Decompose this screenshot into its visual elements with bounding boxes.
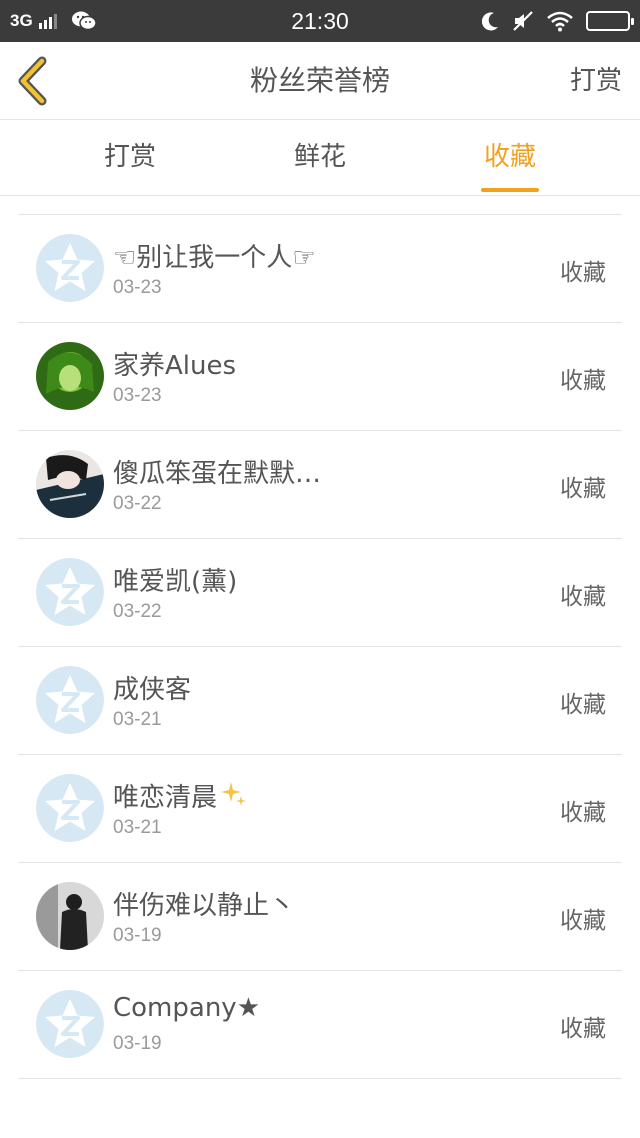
user-name: 伴伤难以静止丶 [113, 891, 296, 921]
avatar[interactable] [36, 450, 104, 518]
list-content: 相无常03-23收藏☜别让我一个人☞03-23收藏家养Alues03-23收藏傻… [0, 196, 640, 1079]
item-date: 03-21 [113, 817, 162, 838]
item-date: 03-19 [113, 1033, 162, 1054]
reward-button[interactable]: 打赏 [570, 42, 622, 120]
tab-reward[interactable]: 打赏 [70, 121, 190, 196]
list-item[interactable]: 唯爱凯(薰) 03-22 收藏 [18, 539, 622, 647]
user-name: 成侠客 [113, 675, 192, 705]
user-name: 唯恋清晨 [113, 777, 249, 817]
action-type-label: 收藏 [560, 908, 606, 934]
tab-label: 收藏 [483, 142, 536, 172]
favorites-list[interactable]: 相无常03-23收藏☜别让我一个人☞03-23收藏家养Alues03-23收藏傻… [0, 196, 640, 1138]
action-type-label: 收藏 [560, 584, 606, 610]
sparkle-icon [219, 780, 249, 817]
list-item[interactable]: Company★ 03-19 收藏 [18, 971, 622, 1079]
user-name: 傻瓜笨蛋在默默… [113, 459, 322, 489]
tab-bar: 打赏 鲜花 收藏 [0, 121, 640, 196]
item-date: 03-21 [113, 709, 162, 730]
action-type-label: 收藏 [560, 1016, 606, 1042]
list-item[interactable]: 唯恋清晨 03-21 收藏 [18, 755, 622, 863]
item-date: 03-22 [113, 601, 162, 622]
avatar[interactable] [36, 882, 104, 950]
user-name: 家养Alues [113, 351, 237, 381]
action-type-label: 收藏 [560, 692, 606, 718]
action-type-label: 收藏 [560, 476, 606, 502]
wifi-icon [547, 11, 573, 32]
tab-favorites[interactable]: 收藏 [450, 121, 570, 196]
mute-icon [513, 11, 533, 31]
list-item[interactable]: ☜别让我一个人☞ 03-23 收藏 [18, 215, 622, 323]
active-tab-indicator [481, 188, 539, 192]
list-item[interactable]: 伴伤难以静止丶 03-19 收藏 [18, 863, 622, 971]
list-item[interactable]: 成侠客 03-21 收藏 [18, 647, 622, 755]
list-item[interactable]: 相无常03-23收藏 [18, 196, 622, 215]
moon-icon [482, 12, 498, 31]
list-item[interactable]: 家养Alues 03-23 收藏 [18, 323, 622, 431]
action-type-label: 收藏 [560, 800, 606, 826]
battery-icon [586, 11, 634, 31]
status-right [482, 0, 634, 42]
tab-flowers[interactable]: 鲜花 [260, 121, 380, 196]
avatar[interactable] [36, 342, 104, 410]
action-type-label: 收藏 [560, 368, 606, 394]
user-name: Company★ [113, 993, 260, 1023]
tab-label: 打赏 [103, 142, 156, 172]
list-item[interactable]: 傻瓜笨蛋在默默… 03-22 收藏 [18, 431, 622, 539]
action-type-label: 收藏 [560, 260, 606, 286]
page-title: 粉丝荣誉榜 [249, 64, 390, 97]
item-date: 03-22 [113, 493, 162, 514]
item-date: 03-19 [113, 925, 162, 946]
user-name: 唯爱凯(薰) [113, 567, 238, 597]
avatar[interactable] [36, 774, 104, 842]
user-name: ☜别让我一个人☞ [113, 243, 316, 273]
avatar[interactable] [36, 234, 104, 302]
item-date: 03-23 [113, 385, 162, 406]
avatar[interactable] [36, 558, 104, 626]
status-bar: 3G 21:30 [0, 0, 640, 42]
avatar[interactable] [36, 666, 104, 734]
tab-label: 鲜花 [293, 142, 346, 172]
item-date: 03-23 [113, 277, 162, 298]
avatar[interactable] [36, 990, 104, 1058]
nav-header: 粉丝荣誉榜 打赏 [0, 42, 640, 120]
